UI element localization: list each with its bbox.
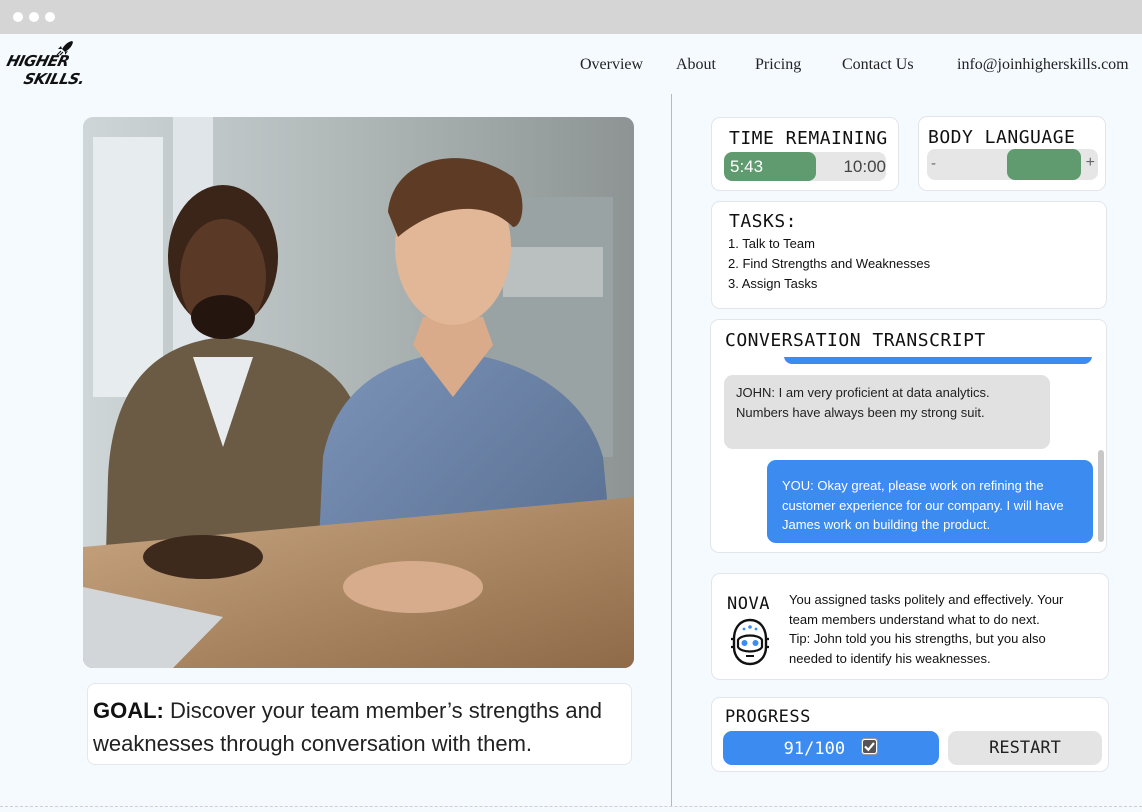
nav-overview[interactable]: Overview	[580, 56, 643, 74]
vertical-divider	[671, 94, 672, 806]
nova-message: You assigned tasks politely and effectiv…	[789, 592, 1064, 627]
restart-button[interactable]: RESTART	[948, 731, 1102, 765]
transcript-card[interactable]: CONVERSATION TRANSCRIPT JOHN: I am very …	[710, 319, 1107, 553]
goal-text: Discover your team member’s strengths an…	[93, 698, 603, 756]
nav-pricing[interactable]: Pricing	[755, 56, 801, 74]
progress-card: PROGRESS 91/100 RESTART	[711, 697, 1109, 772]
checkbox-checked-icon	[861, 738, 879, 755]
progress-title: PROGRESS	[725, 707, 811, 727]
score-button[interactable]: 91/100	[723, 731, 939, 765]
nav-about[interactable]: About	[676, 56, 716, 74]
window-dot[interactable]	[13, 12, 23, 22]
window-dot[interactable]	[29, 12, 39, 22]
body-language-meter: - +	[927, 149, 1098, 180]
message-you: YOU: Okay great, please work on refining…	[767, 460, 1093, 543]
body-language-level	[1007, 149, 1081, 180]
time-remaining-card: TIME REMAINING 5:43 10:00	[711, 117, 899, 191]
task-item: 1. Talk to Team	[728, 236, 815, 251]
nav-contact-us[interactable]: Contact Us	[842, 56, 914, 74]
time-progress-bar: 5:43 10:00	[724, 152, 886, 181]
task-item: 2. Find Strengths and Weaknesses	[728, 256, 931, 271]
nova-card: NOVA You assigned tasks politely and eff…	[711, 573, 1109, 680]
browser-titlebar	[0, 0, 1142, 34]
transcript-title: CONVERSATION TRANSCRIPT	[725, 330, 986, 351]
transcript-scrollbar[interactable]	[1098, 450, 1104, 542]
robot-head-icon	[731, 618, 769, 666]
message-john: JOHN: I am very proficient at data analy…	[724, 375, 1050, 449]
window-dot[interactable]	[45, 12, 55, 22]
tasks-title: TASKS:	[729, 211, 798, 232]
transcript-header: CONVERSATION TRANSCRIPT	[711, 320, 1106, 357]
body-language-title: BODY LANGUAGE	[928, 127, 1076, 148]
time-current: 5:43	[730, 157, 764, 176]
time-remaining-title: TIME REMAINING	[729, 128, 888, 149]
tasks-card: TASKS: 1. Talk to Team 2. Find Strengths…	[711, 201, 1107, 309]
scene-photo	[83, 117, 634, 668]
logo-line-2: SKILLS.	[21, 70, 87, 88]
bottom-divider	[0, 806, 1142, 807]
nova-tip: Tip: John told you his strengths, but yo…	[789, 631, 1046, 666]
body-language-minus: -	[931, 155, 936, 172]
logo-line-1: HIGHER	[4, 52, 72, 70]
body-language-card: BODY LANGUAGE - +	[918, 116, 1106, 191]
nova-feedback: You assigned tasks politely and effectiv…	[789, 590, 1089, 668]
time-total: 10:00	[843, 157, 886, 176]
score-value: 91/100	[783, 739, 846, 759]
goal-label: GOAL:	[93, 698, 164, 723]
nova-title: NOVA	[727, 594, 770, 614]
higher-skills-logo[interactable]: HIGHER SKILLS.	[5, 40, 100, 92]
goal-panel: GOAL: Discover your team member’s streng…	[87, 683, 632, 765]
task-item: 3. Assign Tasks	[728, 276, 818, 291]
nav-email-link[interactable]: info@joinhigherskills.com	[957, 56, 1129, 74]
body-language-plus: +	[1085, 154, 1095, 171]
